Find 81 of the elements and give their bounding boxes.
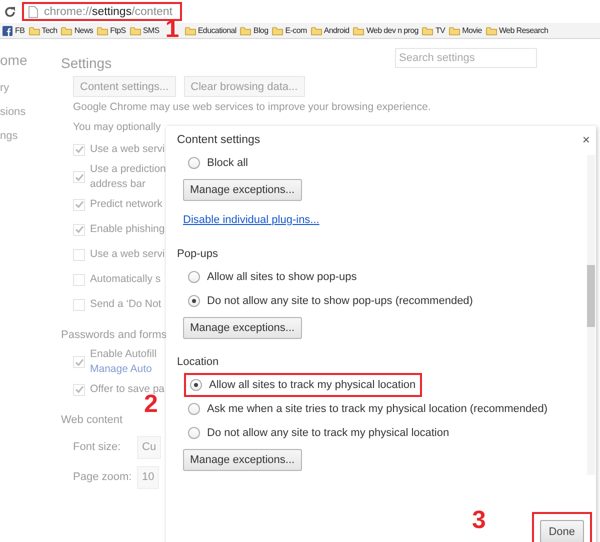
sidebar-title: ome [0, 52, 28, 70]
bookmark[interactable]: Web Research [486, 26, 548, 36]
manage-exceptions-button[interactable]: Manage exceptions... [183, 179, 302, 201]
folder-icon [422, 26, 434, 36]
folder-icon [310, 26, 322, 36]
checkbox-label: Automatically s [90, 272, 161, 287]
section-heading: Pop-ups [177, 247, 218, 262]
dialog-title: Content settings [177, 134, 260, 146]
radio-button[interactable] [188, 403, 200, 415]
checkbox-label: Enable phishing [90, 222, 165, 237]
description-text: Google Chrome may use web services to improve your browsing experience. [73, 100, 431, 115]
radio-button[interactable] [190, 379, 202, 391]
checkbox-label: Send a ‘Do Not [90, 297, 162, 312]
folder-icon [240, 26, 252, 36]
bookmark[interactable]: SMS [130, 26, 160, 36]
radio-label: Do not allow any site to track my physical location [207, 427, 450, 439]
section-heading: Passwords and forms [61, 328, 167, 343]
bookmark[interactable]: TV [422, 26, 446, 36]
checkbox-label: Use a web servi [90, 247, 165, 262]
close-button[interactable]: × [580, 134, 592, 146]
bookmark[interactable]: Educational [184, 26, 236, 36]
folder-icon [130, 26, 141, 36]
section-heading: Location [177, 355, 219, 370]
bookmark[interactable]: Movie [449, 26, 482, 36]
manage-exceptions-button[interactable]: Manage exceptions... [183, 317, 302, 339]
scrollbar[interactable] [587, 155, 595, 475]
folder-icon [272, 26, 284, 36]
folder-icon [61, 26, 72, 36]
field-label: Font size: [73, 441, 122, 453]
bookmark[interactable]: E-com [272, 26, 307, 36]
search-field[interactable]: Search settings [395, 48, 537, 68]
checkbox[interactable] [73, 274, 85, 286]
radio-label: Allow all sites to track my physical location [209, 379, 416, 391]
folder-icon [28, 26, 40, 36]
checkbox[interactable] [73, 384, 85, 396]
checkbox[interactable] [73, 198, 85, 210]
bookmark[interactable]: Tech [28, 26, 58, 36]
folder-icon [184, 26, 196, 36]
bookmark[interactable]: FtpS [97, 26, 126, 36]
folder-icon [353, 26, 364, 36]
radio-button[interactable] [188, 271, 200, 283]
field-label: Page zoom: [73, 471, 131, 483]
folder-icon [449, 26, 460, 36]
bookmark[interactable]: Blog [240, 26, 268, 36]
link[interactable]: Disable individual plug-ins... [183, 214, 320, 226]
folder-icon [97, 26, 108, 36]
checkbox[interactable] [73, 248, 85, 260]
checkbox[interactable] [73, 171, 85, 183]
page-icon [28, 6, 38, 18]
checkbox[interactable] [73, 356, 85, 368]
radio-button[interactable] [188, 295, 200, 307]
radio-label: Allow all sites to show pop-ups [207, 271, 357, 283]
radio-label: Do not allow any site to show pop-ups (recommended) [207, 295, 473, 307]
checkbox-label: Offer to save pa [90, 382, 165, 395]
done-button[interactable]: Done [540, 520, 584, 542]
bookmark[interactable]: News [61, 26, 94, 36]
checkbox[interactable] [73, 298, 85, 310]
radio-button[interactable] [188, 427, 200, 439]
page-title: Settings [61, 55, 113, 71]
checkbox-label: Predict network [90, 197, 162, 212]
section-heading: Web content [61, 413, 123, 428]
bookmark[interactable]: Android [310, 26, 350, 36]
reload-icon[interactable] [4, 6, 16, 18]
checkbox-label: address bar [90, 177, 146, 192]
folder-icon [486, 26, 497, 36]
radio-button[interactable] [188, 157, 200, 169]
checkbox[interactable] [73, 224, 85, 236]
manage-exceptions-button[interactable]: Manage exceptions... [183, 449, 302, 471]
checkbox-label: Enable Autofill [90, 347, 157, 362]
address-bar[interactable]: chrome://settings/content [22, 2, 182, 21]
step-number: 2 [144, 392, 158, 417]
checkbox-label: Use a web servi [90, 142, 165, 157]
checkbox-label: Use a prediction [90, 162, 166, 177]
description-text: You may optionally [73, 120, 161, 135]
bookmark[interactable]: Web dev n prog [353, 26, 418, 36]
step-number: 3 [472, 508, 486, 533]
checkbox[interactable] [73, 144, 85, 156]
radio-label: Block all [207, 157, 248, 169]
scrollbar-thumb[interactable] [587, 265, 595, 327]
radio-label: Ask me when a site tries to track my physical location (recommended) [207, 403, 548, 415]
bookmark[interactable]: FB [2, 26, 25, 36]
